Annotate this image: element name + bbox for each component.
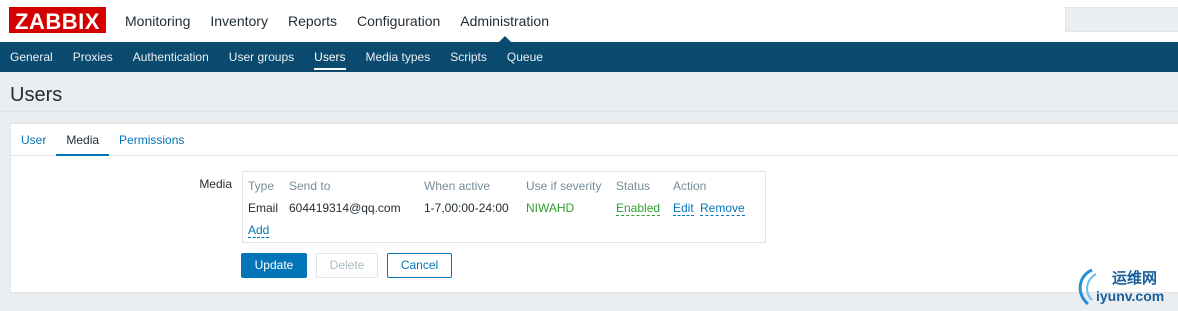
main-nav-administration[interactable]: Administration bbox=[450, 0, 559, 42]
sub-nav-user-groups[interactable]: User groups bbox=[219, 42, 304, 72]
delete-button: Delete bbox=[316, 253, 378, 278]
add-media-link[interactable]: Add bbox=[248, 223, 270, 238]
main-nav-configuration[interactable]: Configuration bbox=[347, 0, 450, 42]
main-nav-inventory[interactable]: Inventory bbox=[200, 0, 278, 42]
user-form-panel: User Media Permissions Media Type Send t… bbox=[10, 123, 1178, 293]
title-divider bbox=[0, 111, 1178, 112]
tab-user[interactable]: User bbox=[11, 124, 56, 155]
main-nav-monitoring[interactable]: Monitoring bbox=[115, 0, 200, 42]
media-type-cell: Email bbox=[248, 201, 279, 215]
sub-nav-queue[interactable]: Queue bbox=[497, 42, 553, 72]
media-field-label: Media bbox=[199, 177, 232, 191]
media-severity-cell: NIWAHD bbox=[526, 201, 575, 215]
column-header-status: Status bbox=[616, 179, 651, 193]
page-title: Users bbox=[10, 84, 63, 106]
update-button[interactable]: Update bbox=[241, 253, 307, 278]
watermark-chinese-text: 运维网 bbox=[1112, 269, 1158, 287]
sub-nav-proxies[interactable]: Proxies bbox=[63, 42, 123, 72]
media-when-active-cell: 1-7,00:00-24:00 bbox=[424, 201, 509, 215]
form-tabs: User Media Permissions bbox=[11, 124, 1178, 156]
sub-nav-general[interactable]: General bbox=[0, 42, 63, 72]
media-table: Type Send to When active Use if severity… bbox=[242, 171, 766, 243]
search-input[interactable] bbox=[1065, 7, 1178, 32]
zabbix-logo[interactable]: ZABBIX bbox=[9, 7, 106, 34]
media-edit-link[interactable]: Edit bbox=[673, 201, 694, 216]
main-nav-reports[interactable]: Reports bbox=[278, 0, 347, 42]
sub-nav-users[interactable]: Users bbox=[304, 42, 355, 72]
column-header-action: Action bbox=[673, 179, 707, 193]
tab-permissions[interactable]: Permissions bbox=[109, 124, 194, 155]
media-send-to-cell: 604419314@qq.com bbox=[289, 201, 401, 215]
sub-nav: General Proxies Authentication User grou… bbox=[0, 42, 1178, 72]
main-nav: Monitoring Inventory Reports Configurati… bbox=[115, 0, 559, 42]
sub-nav-scripts[interactable]: Scripts bbox=[440, 42, 497, 72]
tab-media[interactable]: Media bbox=[56, 124, 109, 156]
watermark-domain-text: iyunv.com bbox=[1096, 288, 1165, 304]
cancel-button[interactable]: Cancel bbox=[387, 253, 452, 278]
column-header-severity: Use if severity bbox=[526, 179, 602, 193]
column-header-send-to: Send to bbox=[289, 179, 331, 193]
sub-nav-media-types[interactable]: Media types bbox=[356, 42, 441, 72]
column-header-when-active: When active bbox=[424, 179, 491, 193]
sub-nav-authentication[interactable]: Authentication bbox=[123, 42, 219, 72]
column-header-type: Type bbox=[248, 179, 275, 193]
media-remove-link[interactable]: Remove bbox=[700, 201, 745, 216]
watermark-logo: 运维网 iyunv.com bbox=[1072, 264, 1176, 310]
top-header: ZABBIX Monitoring Inventory Reports Conf… bbox=[0, 0, 1178, 42]
media-status-toggle[interactable]: Enabled bbox=[616, 201, 661, 216]
